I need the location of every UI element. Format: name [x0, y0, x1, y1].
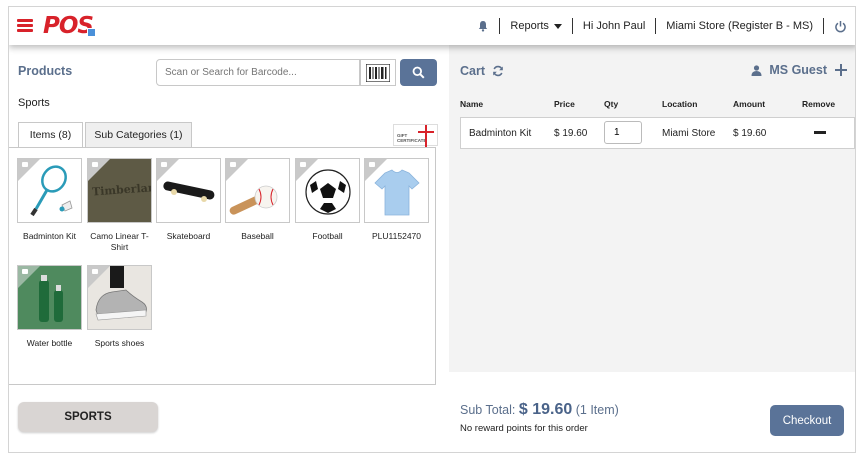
product-tile[interactable]: Badminton Kit: [17, 158, 82, 242]
subtotal-item-count: (1 Item): [575, 403, 619, 417]
pos-window: POS Reports Hi John Paul Miami Store (Re…: [8, 6, 856, 453]
logo-badge: [87, 28, 96, 37]
barcode-scan-button[interactable]: [360, 59, 396, 86]
product-name: Football: [312, 231, 343, 241]
line-item-amount: $ 19.60: [733, 127, 767, 139]
product-tile[interactable]: Sports shoes: [87, 265, 152, 349]
top-bar: POS Reports Hi John Paul Miami Store (Re…: [9, 7, 855, 45]
product-name: Water bottle: [26, 338, 73, 348]
product-tile[interactable]: Water bottle: [17, 265, 82, 349]
search-button[interactable]: [400, 59, 437, 86]
search-input[interactable]: [156, 59, 360, 86]
quantity-input[interactable]: [604, 121, 642, 144]
water-bottle-icon: [17, 265, 82, 330]
cart-line-item: Badminton Kit $ 19.60 Miami Store $ 19.6…: [460, 117, 855, 149]
column-header-location: Location: [662, 99, 698, 109]
divider: [655, 18, 657, 34]
products-panel: Products Sports Items (8) Sub Categories…: [9, 45, 449, 452]
column-header-qty: Qty: [604, 99, 619, 109]
customer-selector[interactable]: MS Guest: [751, 63, 847, 77]
barcode-icon: [366, 63, 390, 82]
refresh-icon[interactable]: [492, 65, 504, 77]
remove-item-icon[interactable]: [814, 131, 826, 134]
product-name: Baseball: [241, 231, 274, 241]
product-name: Badminton Kit: [23, 231, 76, 241]
products-title: Products: [18, 64, 73, 78]
caret-down-icon: [553, 23, 562, 29]
product-grid: Badminton Kit Timberland Camo Linear T-S…: [9, 147, 436, 385]
product-tile[interactable]: Baseball: [225, 158, 290, 242]
tab-items[interactable]: Items (8): [18, 122, 83, 147]
cart-footer: Sub Total: $ 19.60 (1 Item) No reward po…: [449, 372, 855, 452]
column-header-price: Price: [554, 99, 575, 109]
badminton-icon: [17, 158, 82, 223]
cart-panel: Cart MS Guest Name Price Qty Location Am…: [449, 45, 855, 452]
hamburger-icon[interactable]: [17, 19, 33, 32]
ribbon-icon: [425, 125, 427, 147]
line-item-name: Badminton Kit: [469, 127, 532, 139]
divider: [571, 18, 573, 34]
tab-sub-categories[interactable]: Sub Categories (1): [85, 122, 192, 147]
subtotal-label: Sub Total:: [460, 403, 516, 417]
pos-logo: POS: [43, 14, 96, 38]
divider: [499, 18, 501, 34]
product-tile[interactable]: Timberland Camo Linear T-Shirt: [87, 158, 152, 253]
brand-print: Timberland: [91, 180, 152, 199]
customer-name: MS Guest: [769, 63, 827, 77]
product-name: Camo Linear T-Shirt: [90, 231, 149, 252]
top-right-controls: Reports Hi John Paul Miami Store (Regist…: [477, 7, 847, 45]
subtotal-amount: $ 19.60: [518, 401, 573, 418]
reports-menu[interactable]: Reports: [510, 20, 562, 32]
reports-label: Reports: [510, 20, 549, 32]
product-name: Sports shoes: [94, 338, 145, 348]
skateboard-icon: [156, 158, 221, 223]
baseball-icon: [225, 158, 290, 223]
gift-certificate-button[interactable]: GIFT CERTIFICATE: [393, 124, 438, 147]
bell-icon[interactable]: [477, 20, 489, 32]
product-name: Skateboard: [166, 231, 211, 241]
add-customer-icon[interactable]: [835, 64, 847, 76]
column-header-name: Name: [460, 99, 484, 109]
cart-title-label: Cart: [460, 64, 486, 78]
store-register[interactable]: Miami Store (Register B - MS): [666, 20, 813, 32]
product-tile[interactable]: PLU1152470: [364, 158, 429, 242]
category-sports-button[interactable]: SPORTS: [18, 402, 158, 432]
column-header-remove: Remove: [802, 99, 836, 109]
tshirt-olive-icon: Timberland: [87, 158, 152, 223]
search-icon: [412, 66, 425, 79]
tshirt-blue-icon: [364, 158, 429, 223]
user-greeting: Hi John Paul: [582, 20, 646, 32]
category-breadcrumb: Sports: [18, 97, 50, 109]
line-item-location: Miami Store: [662, 127, 716, 139]
reward-points-text: No reward points for this order: [460, 423, 588, 434]
gift-label-line2: CERTIFICATE: [397, 138, 427, 143]
cart-title: Cart: [460, 64, 504, 78]
shoe-icon: [87, 265, 152, 330]
product-name: PLU1152470: [372, 231, 421, 241]
product-tile[interactable]: Skateboard: [156, 158, 221, 242]
power-icon[interactable]: [834, 20, 847, 33]
line-item-price: $ 19.60: [554, 127, 588, 139]
checkout-button[interactable]: Checkout: [770, 405, 844, 436]
football-icon: [295, 158, 360, 223]
divider: [823, 18, 824, 34]
ribbon-icon: [418, 131, 434, 133]
user-icon: [751, 64, 762, 76]
column-header-amount: Amount: [733, 99, 766, 109]
product-tile[interactable]: Football: [295, 158, 360, 242]
subtotal: Sub Total: $ 19.60 (1 Item): [460, 401, 619, 419]
